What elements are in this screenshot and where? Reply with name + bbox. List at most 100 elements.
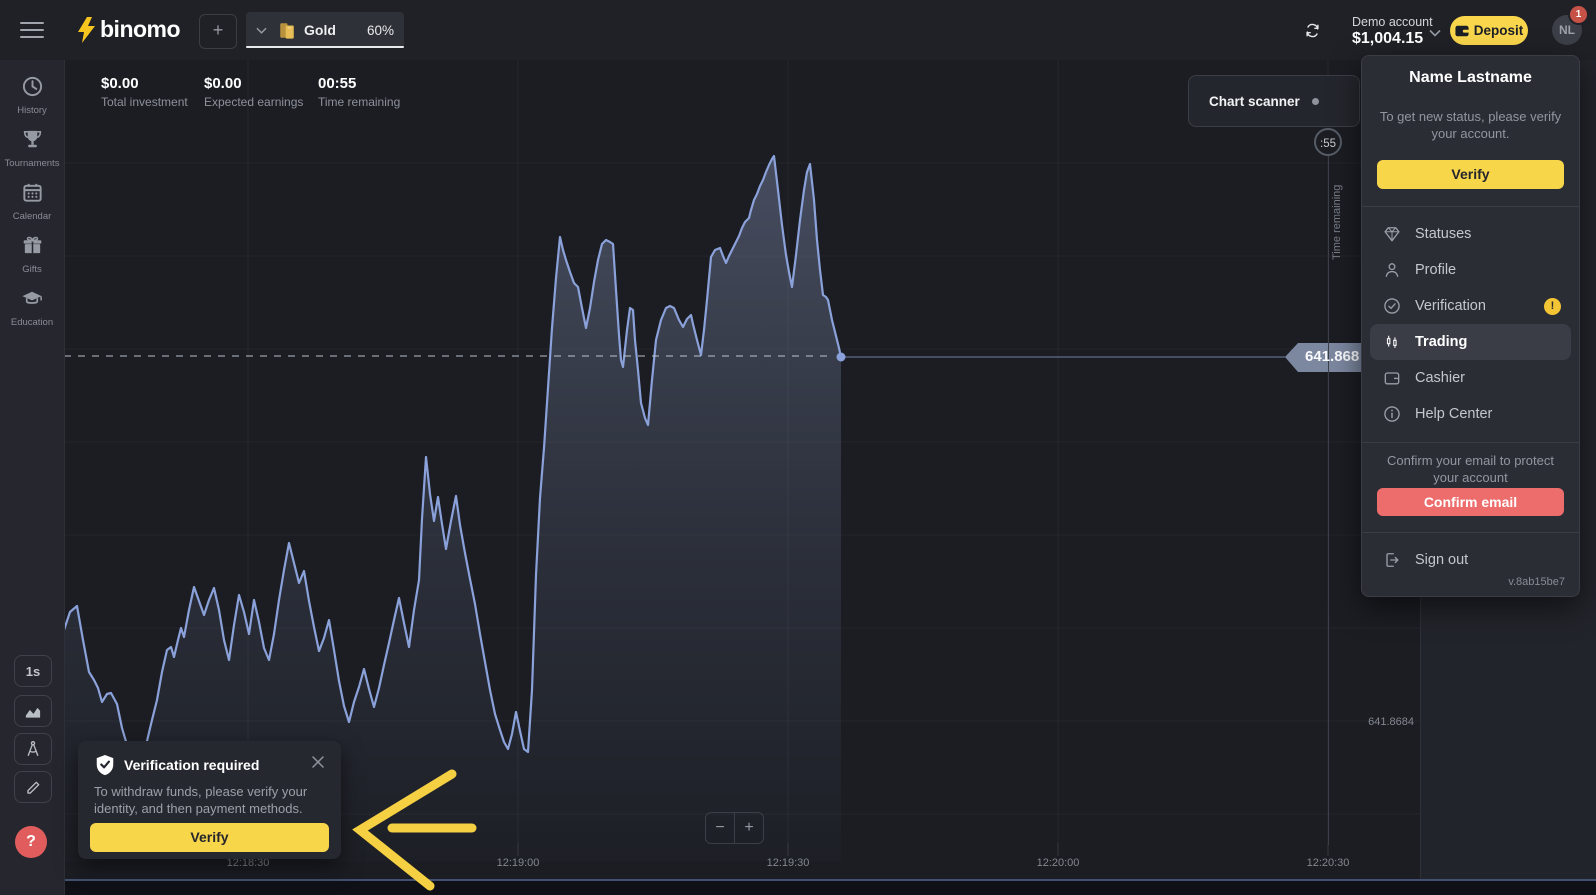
menu-item-label: Profile (1415, 262, 1456, 278)
binomo-logo-icon (76, 16, 96, 44)
verification-alert-badge: ! (1544, 298, 1561, 315)
popup-title: Verification required (124, 757, 259, 773)
area-chart-icon (24, 703, 42, 719)
account-dropdown-menu: Name Lastname To get new status, please … (1361, 55, 1580, 597)
info-icon (1382, 404, 1402, 424)
sidebar-item-history[interactable]: History (0, 75, 64, 128)
expected-earnings-label: Expected earnings (204, 95, 303, 109)
menu-item-label: Cashier (1415, 370, 1465, 386)
expected-earnings-value: $0.00 (204, 75, 303, 92)
total-investment-value: $0.00 (101, 75, 188, 92)
indicators-button[interactable] (14, 733, 52, 765)
menu-item-trading[interactable]: Trading (1370, 324, 1571, 360)
sidebar-item-tournaments[interactable]: Tournaments (0, 128, 64, 181)
account-switcher[interactable]: Demo account $1,004.15 (1352, 15, 1433, 48)
countdown-timer: :55 (1314, 128, 1342, 156)
account-chevron-down-icon[interactable] (1429, 29, 1441, 37)
popup-body-text: To withdraw funds, please verify your id… (94, 783, 322, 817)
timeframe-button[interactable]: 1s (14, 655, 52, 687)
shield-check-icon (94, 753, 116, 778)
sign-out-icon (1382, 550, 1402, 570)
time-axis-tick: 12:19:30 (748, 857, 828, 869)
menu-item-label: Statuses (1415, 226, 1471, 242)
time-axis-tick: 12:19:00 (478, 857, 558, 869)
divider (1362, 532, 1579, 533)
account-balance: $1,004.15 (1352, 30, 1433, 48)
sidebar-item-label: Education (0, 317, 64, 328)
profile-icon (1382, 260, 1402, 280)
divider (1362, 206, 1579, 207)
account-name: Name Lastname (1362, 69, 1579, 87)
sidebar-item-education[interactable]: Education (0, 287, 64, 340)
asset-tab-name: Gold (304, 22, 336, 38)
chart-type-button[interactable] (14, 695, 52, 727)
menu-item-cashier[interactable]: Cashier (1362, 360, 1579, 396)
sidebar-item-label: Calendar (0, 211, 64, 222)
verification-required-popup: Verification required To withdraw funds,… (78, 741, 341, 859)
status-hint-text: To get new status, please verify your ac… (1376, 108, 1565, 142)
expiry-time-line (1328, 156, 1329, 845)
popup-verify-button[interactable]: Verify (90, 823, 329, 852)
zoom-in-button[interactable]: + (735, 813, 763, 843)
sign-out-button[interactable]: Sign out (1362, 542, 1579, 578)
bottom-strip (64, 881, 1596, 895)
total-investment-label: Total investment (101, 95, 188, 109)
binomo-logo-text[interactable]: binomo (100, 16, 180, 43)
education-icon (20, 287, 44, 310)
diamond-icon (1382, 224, 1402, 244)
hamburger-menu-icon[interactable] (20, 21, 44, 39)
scanner-status-dot (1312, 98, 1319, 105)
chart-zoom-controls: − + (705, 812, 764, 844)
zoom-out-button[interactable]: − (706, 813, 735, 843)
sidebar-item-calendar[interactable]: Calendar (0, 181, 64, 234)
left-sidebar: History Tournaments Calendar (0, 60, 65, 895)
close-icon[interactable] (311, 755, 325, 769)
price-axis-label: 641.8684 (1330, 716, 1414, 728)
menu-item-verification[interactable]: Verification ! (1362, 288, 1579, 324)
time-remaining-value: 00:55 (318, 75, 400, 92)
gold-asset-icon (278, 20, 296, 41)
asset-tab-payout: 60% (367, 23, 394, 38)
asset-tab-underline (246, 46, 404, 48)
binomo-trading-app: $0.00 Total investment $0.00 Expected ea… (0, 0, 1596, 895)
menu-item-profile[interactable]: Profile (1362, 252, 1579, 288)
notification-badge: 1 (1568, 4, 1589, 25)
add-asset-tab-button[interactable]: + (199, 14, 237, 49)
verify-account-button[interactable]: Verify (1377, 160, 1564, 189)
gifts-icon (21, 234, 44, 257)
sidebar-item-label: History (0, 105, 64, 116)
pencil-icon (25, 779, 42, 796)
tutorial-arrow-icon (348, 756, 480, 892)
menu-item-label: Help Center (1415, 406, 1492, 422)
sign-out-label: Sign out (1415, 552, 1468, 568)
asset-tab-gold[interactable]: Gold 60% (246, 12, 404, 48)
chart-scanner-button[interactable]: Chart scanner (1188, 75, 1360, 127)
chart-scanner-label: Chart scanner (1209, 94, 1300, 109)
candlestick-icon (1382, 332, 1402, 352)
drawing-tools-button[interactable] (14, 771, 52, 803)
sidebar-item-gifts[interactable]: Gifts (0, 234, 64, 287)
expected-earnings-stat: $0.00 Expected earnings (204, 75, 303, 109)
app-version: v.8ab15be7 (1508, 576, 1565, 588)
divider (1362, 442, 1579, 443)
time-remaining-axis-label: Time remaining (1331, 160, 1343, 260)
time-remaining-label: Time remaining (318, 95, 400, 109)
account-type-label: Demo account (1352, 15, 1433, 29)
confirm-email-button[interactable]: Confirm email (1377, 488, 1564, 516)
menu-item-help-center[interactable]: Help Center (1362, 396, 1579, 432)
help-button[interactable]: ? (15, 826, 47, 858)
refresh-icon[interactable] (1303, 21, 1322, 40)
calendar-icon (21, 181, 44, 204)
time-remaining-stat: 00:55 Time remaining (318, 75, 400, 109)
deposit-button[interactable]: Deposit (1450, 16, 1528, 45)
deposit-label: Deposit (1474, 23, 1524, 38)
menu-item-statuses[interactable]: Statuses (1362, 216, 1579, 252)
sidebar-item-label: Gifts (0, 264, 64, 275)
sidebar-item-label: Tournaments (0, 158, 64, 169)
check-circle-icon (1382, 296, 1402, 316)
total-investment-stat: $0.00 Total investment (101, 75, 188, 109)
chevron-down-icon[interactable] (256, 27, 267, 34)
compass-icon (24, 740, 42, 758)
history-icon (21, 75, 44, 98)
time-axis-tick: 12:20:30 (1288, 857, 1368, 869)
